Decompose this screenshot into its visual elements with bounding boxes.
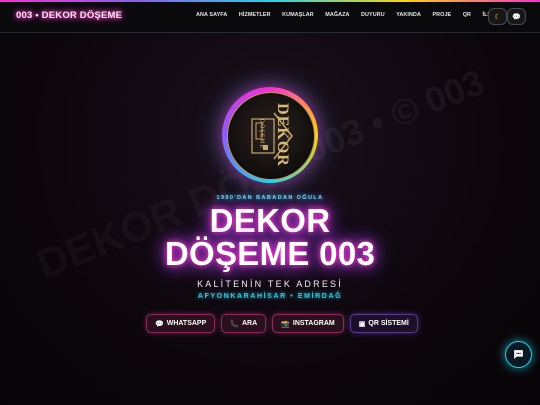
whatsapp-label: WHATSAPP	[166, 320, 207, 327]
main-nav: ANA SAYFA HİZMETLER KUMAŞLAR MAĞAZA DUYU…	[196, 12, 518, 18]
nav-item-hizmetler[interactable]: HİZMETLER	[239, 12, 271, 18]
chat-header-button[interactable]: 💬	[507, 8, 526, 25]
nav-item-kumaslar[interactable]: KUMAŞLAR	[282, 12, 314, 18]
background-watermark-right: 003 • © 003	[299, 61, 490, 170]
nav-item-proje[interactable]: PROJE	[432, 12, 451, 18]
chat-bubble-icon	[514, 350, 523, 359]
camera-icon: 📸	[281, 320, 290, 328]
phone-icon: 📞	[230, 320, 239, 328]
brand-logo-text[interactable]: 003 • DEKOR DÖŞEME	[16, 10, 122, 21]
whatsapp-button[interactable]: 💬 WHATSAPP	[146, 314, 216, 333]
qr-system-label: QR SİSTEMİ	[368, 320, 409, 327]
call-label: ARA	[241, 320, 258, 327]
instagram-label: INSTAGRAM	[292, 320, 335, 327]
nav-item-magaza[interactable]: MAĞAZA	[325, 12, 349, 18]
theme-toggle-button[interactable]: ☾	[488, 8, 507, 25]
hero-eyebrow: 1990'DAN BABADAN OĞULA	[216, 195, 324, 201]
top-navigation-bar: 003 • DEKOR DÖŞEME ANA SAYFA HİZMETLER K…	[0, 0, 540, 33]
nav-item-qr[interactable]: QR	[463, 12, 471, 18]
whatsapp-icon: 💬	[155, 320, 164, 328]
hero-location: AFYONKARAHİSAR • EMİRDAĞ	[197, 293, 343, 300]
floating-chat-button[interactable]	[505, 341, 532, 368]
logo-text-doseme: DÖŞEME	[258, 118, 265, 150]
hero-actions: 💬 WHATSAPP 📞 ARA 📸 INSTAGRAM ▣ QR SİSTEM…	[146, 314, 418, 333]
nav-item-yakinda[interactable]: YAKINDA	[396, 12, 421, 18]
hero-logo: DEKOR DÖŞEME	[222, 87, 318, 183]
logo-badge: DEKOR DÖŞEME	[227, 92, 315, 180]
chat-icon: 💬	[512, 13, 521, 21]
theme-icon: ☾	[494, 13, 501, 21]
qr-system-button[interactable]: ▣ QR SİSTEMİ	[349, 314, 418, 333]
nav-item-ana-sayfa[interactable]: ANA SAYFA	[196, 12, 227, 18]
qr-icon: ▣	[358, 320, 366, 328]
call-button[interactable]: 📞 ARA	[221, 314, 267, 333]
instagram-button[interactable]: 📸 INSTAGRAM	[272, 314, 344, 333]
hero-subtitle: KALİTENİN TEK ADRESİ	[197, 279, 343, 289]
logo-text-dekor: DEKOR	[273, 103, 291, 167]
house-sofa-icon	[251, 112, 293, 160]
nav-item-duyuru[interactable]: DUYURU	[361, 12, 385, 18]
hero-title-line2: DÖŞEME 003	[164, 235, 376, 272]
